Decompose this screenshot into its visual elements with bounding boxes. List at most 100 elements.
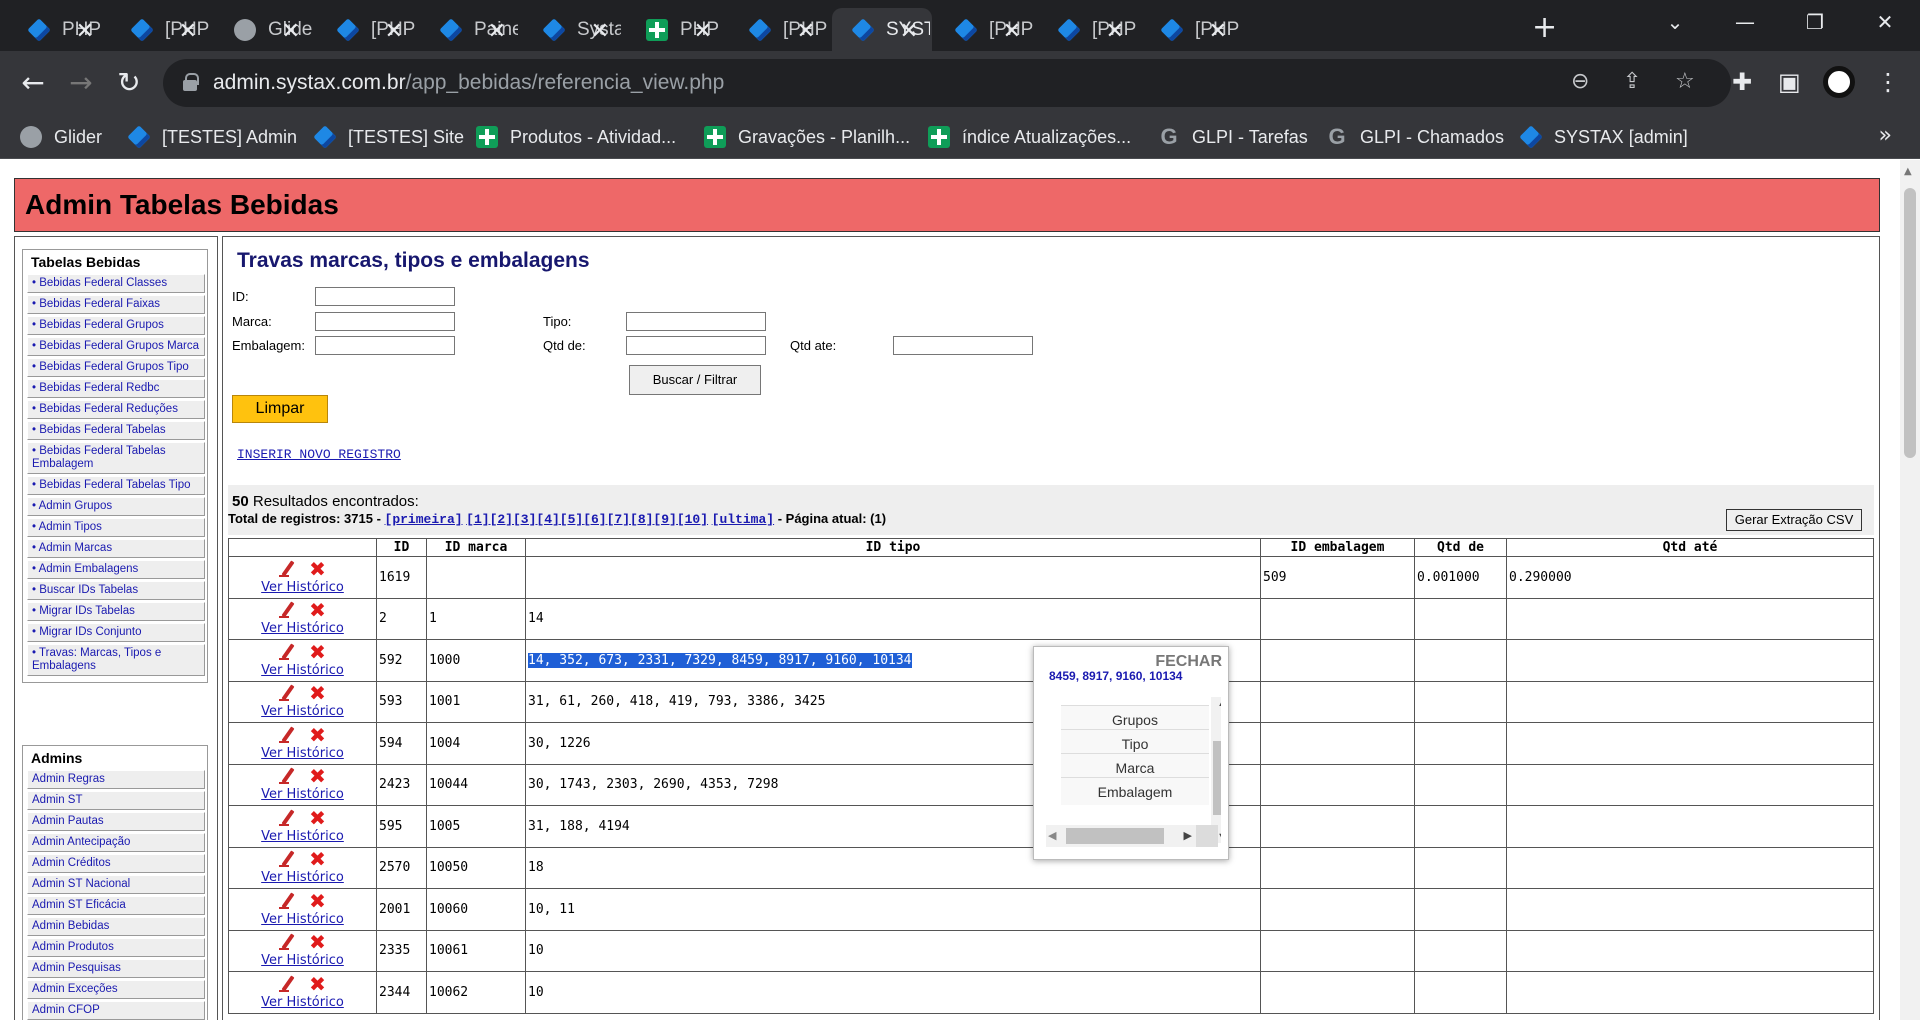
delete-x-icon[interactable]: ✖: [309, 849, 326, 869]
bookmark-item[interactable]: G GLPI - Chamados: [1326, 123, 1504, 151]
sidebar-item[interactable]: Admin ST Nacional: [27, 875, 205, 894]
tipo-input[interactable]: [626, 312, 766, 331]
sidebar-item[interactable]: • Bebidas Federal Grupos Tipo: [27, 358, 205, 377]
pager-page-link[interactable]: [2]: [490, 512, 513, 527]
edit-pencil-icon[interactable]: [279, 685, 295, 702]
pager-page-link[interactable]: [3]: [513, 512, 536, 527]
sidebar-item[interactable]: Admin Produtos: [27, 938, 205, 957]
back-icon[interactable]: ←: [14, 64, 52, 102]
zoom-icon[interactable]: ⊖: [1571, 69, 1589, 94]
ver-historico-link[interactable]: Ver Histórico: [261, 995, 344, 1010]
browser-tab[interactable]: [PHP ✕: [111, 8, 211, 51]
extensions-icon[interactable]: ✚: [1732, 68, 1752, 96]
ver-historico-link[interactable]: Ver Histórico: [261, 829, 344, 844]
buscar-filtrar-button[interactable]: Buscar / Filtrar: [629, 365, 761, 395]
popup-horizontal-scrollbar[interactable]: ◀ ▶: [1046, 825, 1196, 847]
ver-historico-link[interactable]: Ver Histórico: [261, 621, 344, 636]
ver-historico-link[interactable]: Ver Histórico: [261, 580, 344, 595]
sidebar-item[interactable]: Admin Antecipação: [27, 833, 205, 852]
tab-close-icon[interactable]: ✕: [1003, 18, 1021, 44]
scroll-right-arrow-icon[interactable]: ▶: [1184, 829, 1192, 842]
bookmark-item[interactable]: [TESTES] Admin: [127, 123, 297, 151]
delete-x-icon[interactable]: ✖: [309, 974, 326, 994]
page-scrollbar[interactable]: ▲: [1900, 160, 1920, 1020]
sidebar-item[interactable]: • Bebidas Federal Redbc: [27, 379, 205, 398]
sidebar-item[interactable]: Admin Regras: [27, 770, 205, 789]
scroll-up-arrow-icon[interactable]: ▲: [1217, 697, 1221, 709]
tab-search-icon[interactable]: ⌄: [1640, 0, 1710, 44]
pager-page-link[interactable]: [10]: [677, 512, 708, 527]
popup-hscroll-thumb[interactable]: [1066, 828, 1164, 844]
qtd-de-input[interactable]: [626, 336, 766, 355]
ver-historico-link[interactable]: Ver Histórico: [261, 787, 344, 802]
qtd-ate-input[interactable]: [893, 336, 1033, 355]
lock-icon[interactable]: [183, 73, 199, 91]
delete-x-icon[interactable]: ✖: [309, 725, 326, 745]
bookmark-item[interactable]: G GLPI - Tarefas: [1158, 123, 1307, 151]
tab-close-icon[interactable]: ✕: [1106, 18, 1124, 44]
sidebar-item[interactable]: Admin Bebidas: [27, 917, 205, 936]
edit-pencil-icon[interactable]: [279, 727, 295, 743]
page-scroll-thumb[interactable]: [1904, 188, 1916, 458]
popup-scroll-thumb[interactable]: [1213, 741, 1221, 815]
popup-option[interactable]: Embalagem: [1061, 777, 1209, 805]
browser-tab[interactable]: Systax✕: [523, 8, 623, 51]
tab-close-icon[interactable]: ✕: [76, 18, 94, 44]
tab-close-icon[interactable]: ✕: [488, 18, 506, 44]
pager-first-link[interactable]: [primeira]: [385, 512, 463, 527]
popup-vertical-scrollbar[interactable]: ▲ ▼: [1211, 697, 1221, 843]
browser-tab[interactable]: [PHP ✕: [1038, 8, 1138, 51]
edit-pencil-icon[interactable]: [279, 976, 295, 992]
menu-kebab-icon[interactable]: ⋮: [1876, 68, 1900, 96]
sidebar-item[interactable]: • Bebidas Federal Tabelas Embalagem: [27, 442, 205, 474]
pager-page-link[interactable]: [1]: [466, 512, 489, 527]
sidebar-item[interactable]: Admin Pesquisas: [27, 959, 205, 978]
sidebar-item[interactable]: • Bebidas Federal Reduções: [27, 400, 205, 419]
bookmarks-overflow-icon[interactable]: »: [1879, 123, 1892, 148]
edit-pencil-icon[interactable]: [279, 644, 295, 660]
sidebar-item[interactable]: Admin ST Eficácia: [27, 896, 205, 915]
sidebar-item[interactable]: • Bebidas Federal Grupos Marca: [27, 337, 205, 356]
minimize-icon[interactable]: —: [1710, 0, 1780, 44]
edit-pencil-icon[interactable]: [279, 893, 295, 909]
reload-icon[interactable]: ↻: [110, 64, 148, 102]
url-text[interactable]: admin.systax.com.br/app_bebidas/referenc…: [213, 71, 724, 95]
tab-close-icon[interactable]: ✕: [797, 18, 815, 44]
sidebar-item[interactable]: • Migrar IDs Tabelas: [27, 602, 205, 621]
tab-close-icon[interactable]: ✕: [900, 18, 918, 44]
ver-historico-link[interactable]: Ver Histórico: [261, 704, 344, 719]
sidebar-item[interactable]: • Bebidas Federal Classes: [27, 274, 205, 293]
delete-x-icon[interactable]: ✖: [309, 808, 326, 828]
browser-tab[interactable]: SYSTAX✕: [832, 8, 932, 51]
sidebar-item[interactable]: • Bebidas Federal Grupos: [27, 316, 205, 335]
tab-close-icon[interactable]: ✕: [282, 18, 300, 44]
sidebar-item[interactable]: Admin Créditos: [27, 854, 205, 873]
tab-close-icon[interactable]: ✕: [179, 18, 197, 44]
ver-historico-link[interactable]: Ver Histórico: [261, 663, 344, 678]
side-panel-icon[interactable]: ▣: [1778, 68, 1801, 96]
bookmark-item[interactable]: SYSTAX [admin]: [1519, 123, 1688, 151]
edit-pencil-icon[interactable]: [279, 934, 295, 951]
sidebar-item[interactable]: • Admin Embalagens: [27, 560, 205, 579]
new-tab-icon[interactable]: +: [1532, 10, 1557, 45]
delete-x-icon[interactable]: ✖: [309, 932, 326, 952]
browser-tab[interactable]: PHP ✕: [8, 8, 108, 51]
delete-x-icon[interactable]: ✖: [309, 683, 326, 703]
sidebar-item[interactable]: • Admin Grupos: [27, 497, 205, 516]
browser-tab[interactable]: PHP ✕: [626, 8, 726, 51]
bookmark-item[interactable]: [TESTES] Site: [313, 123, 464, 151]
delete-x-icon[interactable]: ✖: [309, 642, 326, 662]
sidebar-item[interactable]: • Travas: Marcas, Tipos e Embalagens: [27, 644, 205, 676]
bookmark-item[interactable]: índice Atualizações...: [928, 123, 1131, 151]
sidebar-item[interactable]: • Admin Tipos: [27, 518, 205, 537]
sidebar-item[interactable]: Admin Exceções: [27, 980, 205, 999]
profile-avatar[interactable]: [1823, 66, 1855, 98]
ver-historico-link[interactable]: Ver Histórico: [261, 912, 344, 927]
sidebar-item[interactable]: • Buscar IDs Tabelas: [27, 581, 205, 600]
sidebar-item[interactable]: • Bebidas Federal Tabelas: [27, 421, 205, 440]
address-bar[interactable]: admin.systax.com.br/app_bebidas/referenc…: [163, 59, 1731, 107]
edit-pencil-icon[interactable]: [279, 810, 295, 826]
pager-page-link[interactable]: [4]: [536, 512, 559, 527]
scroll-left-arrow-icon[interactable]: ◀: [1048, 829, 1056, 842]
bookmark-item[interactable]: Produtos - Atividad...: [476, 123, 676, 151]
